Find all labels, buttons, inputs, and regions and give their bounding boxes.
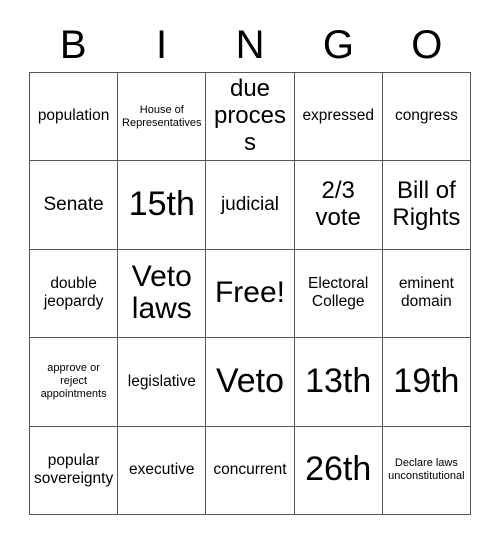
bingo-cell[interactable]: Electoral College [294, 249, 383, 339]
bingo-cell[interactable]: Veto [206, 338, 295, 427]
bingo-cell-label: Electoral College [308, 274, 369, 311]
bingo-cell-label: 26th [305, 450, 372, 489]
bingo-cell-label: Veto laws [131, 260, 192, 326]
bingo-cell[interactable]: Veto laws [118, 249, 207, 339]
bingo-grid: population House of Representatives due … [29, 72, 471, 515]
bingo-cell-label: Bill of Rights [392, 177, 461, 232]
bingo-cell-label: Free! [214, 276, 285, 310]
bingo-cell[interactable]: eminent domain [382, 249, 471, 339]
bingo-cell[interactable]: expressed [294, 73, 383, 162]
bingo-cell[interactable]: due process [206, 73, 295, 162]
bingo-cell-label: double jeopardy [43, 274, 104, 311]
bingo-cell-label: congress [394, 107, 458, 125]
bingo-cell[interactable]: 2/3 vote [294, 161, 383, 250]
bingo-cell[interactable]: approve or reject appointments [30, 338, 119, 427]
bingo-cell-label: Senate [43, 194, 104, 216]
bingo-cell-label: due process [213, 75, 287, 157]
bingo-cell[interactable]: legislative [118, 338, 207, 427]
bingo-cell[interactable]: population [30, 73, 119, 162]
bingo-cell-label: eminent domain [398, 274, 454, 311]
bingo-cell-free[interactable]: Free! [206, 249, 295, 339]
bingo-cell-label: House of Representatives [122, 103, 202, 129]
bingo-cell-label: population [37, 107, 110, 125]
header-letter-i: I [156, 23, 168, 67]
header-letter-b: B [59, 23, 87, 67]
bingo-cell[interactable]: double jeopardy [30, 249, 119, 339]
bingo-cell[interactable]: Declare laws unconstitutional [382, 426, 471, 515]
header-letter-n: N [235, 23, 265, 67]
bingo-card: B I N G O population House of Representa… [0, 0, 500, 544]
bingo-cell[interactable]: congress [382, 73, 471, 162]
bingo-cell[interactable]: Senate [30, 161, 119, 250]
bingo-cell[interactable]: 19th [382, 338, 471, 427]
bingo-cell-label: executive [129, 461, 195, 478]
bingo-header-row: B I N G O [29, 18, 471, 72]
header-letter-o: O [411, 23, 443, 67]
bingo-cell-label: expressed [302, 107, 374, 125]
bingo-cell-label: 15th [128, 185, 195, 224]
bingo-cell-label: 13th [305, 362, 372, 401]
header-letter-g: G [322, 23, 354, 67]
bingo-cell-label: Declare laws unconstitutional [388, 457, 465, 483]
bingo-cell-label: 2/3 vote [315, 177, 361, 232]
bingo-cell-label: concurrent [213, 461, 287, 478]
bingo-cell[interactable]: judicial [206, 161, 295, 250]
bingo-cell[interactable]: Bill of Rights [382, 161, 471, 250]
bingo-cell-label: approve or reject appointments [40, 362, 107, 401]
bingo-cell[interactable]: 13th [294, 338, 383, 427]
bingo-cell-label: popular sovereignty [33, 451, 114, 488]
bingo-cell-label: legislative [127, 372, 196, 390]
bingo-cell[interactable]: 26th [294, 426, 383, 515]
bingo-cell[interactable]: executive [118, 426, 207, 515]
bingo-cell[interactable]: 15th [118, 161, 207, 250]
bingo-cell[interactable]: popular sovereignty [30, 426, 119, 515]
bingo-cell[interactable]: House of Representatives [118, 73, 207, 162]
bingo-cell-label: Veto [215, 362, 285, 401]
bingo-cell-label: judicial [220, 194, 280, 216]
bingo-cell[interactable]: concurrent [206, 426, 295, 515]
bingo-cell-label: 19th [393, 362, 460, 401]
